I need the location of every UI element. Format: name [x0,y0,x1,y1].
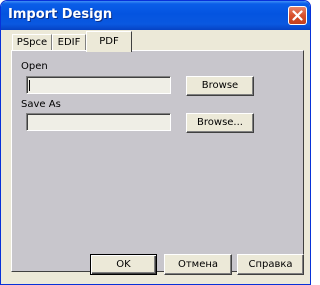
import-design-dialog: Import Design Open Browse Save As Browse… [0,0,311,285]
dialog-client-area: Open Browse Save As Browse... PSpce EDIF… [4,30,307,281]
title-bar[interactable]: Import Design [1,1,310,30]
ok-button[interactable]: OK [90,254,157,275]
close-button[interactable] [288,6,307,25]
save-as-path-input[interactable] [26,113,171,131]
close-icon [292,10,303,21]
open-label: Open [21,61,48,72]
help-button[interactable]: Справка [237,254,304,275]
text-caret [29,80,30,91]
tab-pspce[interactable]: PSpce [12,34,52,50]
tab-pdf[interactable]: PDF [86,31,132,52]
save-as-label: Save As [21,99,61,110]
open-browse-button[interactable]: Browse [186,76,254,96]
open-path-input[interactable] [26,76,171,94]
save-as-browse-button[interactable]: Browse... [186,113,254,133]
window-title: Import Design [8,7,113,22]
cancel-button[interactable]: Отмена [164,254,232,275]
tab-edif[interactable]: EDIF [52,34,86,50]
tab-panel-pdf: Open Browse Save As Browse... [11,50,304,272]
